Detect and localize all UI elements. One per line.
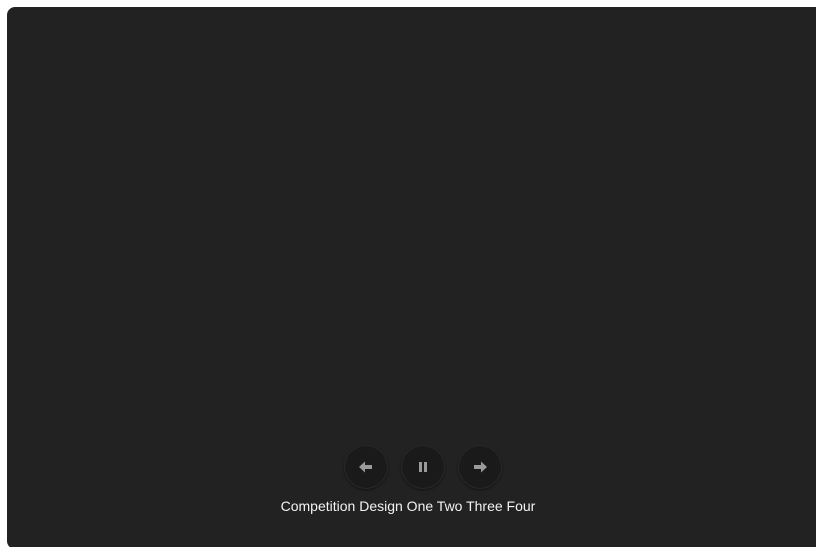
slide-caption: Competition Design One Two Three Four [280, 498, 536, 514]
pause-icon [419, 462, 427, 472]
slideshow-controls [344, 445, 502, 489]
pause-button[interactable] [401, 445, 445, 489]
arrow-right-icon [473, 461, 487, 473]
next-button[interactable] [458, 445, 502, 489]
slideshow-viewer [7, 7, 816, 547]
previous-button[interactable] [344, 445, 388, 489]
arrow-left-icon [359, 461, 373, 473]
